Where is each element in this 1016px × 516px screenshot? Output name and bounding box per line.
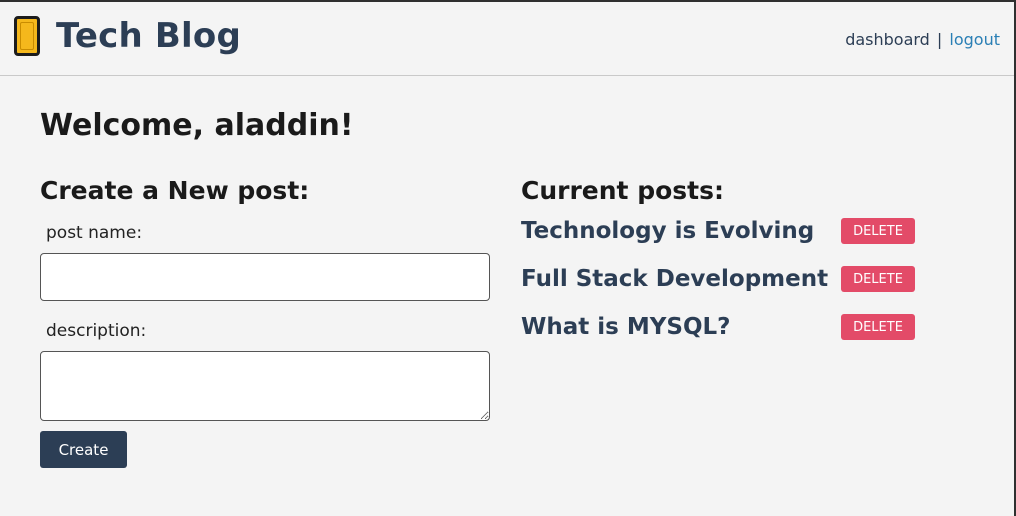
post-list: Technology is Evolving DELETE Full Stack… <box>521 215 941 359</box>
top-nav: dashboard | logout <box>845 30 1000 49</box>
post-item: What is MYSQL? DELETE <box>521 311 941 359</box>
post-title-link[interactable]: Full Stack Development <box>521 263 828 295</box>
post-name-label: post name: <box>46 223 143 243</box>
current-posts: Current posts: Technology is Evolving DE… <box>521 176 941 359</box>
create-button[interactable]: Create <box>40 431 127 468</box>
post-item: Full Stack Development DELETE <box>521 263 941 311</box>
dashboard-link[interactable]: dashboard <box>845 30 930 49</box>
welcome-heading: Welcome, aladdin! <box>40 108 354 143</box>
delete-button[interactable]: DELETE <box>841 314 915 340</box>
notebook-icon <box>14 16 40 56</box>
nav-separator: | <box>936 30 943 49</box>
site-header: Tech Blog dashboard | logout <box>0 2 1014 76</box>
description-textarea[interactable] <box>40 351 490 421</box>
post-title-link[interactable]: Technology is Evolving <box>521 215 814 247</box>
brand[interactable]: Tech Blog <box>14 16 241 56</box>
delete-button[interactable]: DELETE <box>841 266 915 292</box>
create-post-heading: Create a New post: <box>40 176 310 205</box>
create-post-form: Create a New post: post name: descriptio… <box>40 176 492 468</box>
site-title[interactable]: Tech Blog <box>56 16 241 56</box>
description-label: description: <box>46 321 147 341</box>
delete-button[interactable]: DELETE <box>841 218 915 244</box>
logout-link[interactable]: logout <box>949 30 1000 49</box>
post-item: Technology is Evolving DELETE <box>521 215 941 263</box>
post-title-link[interactable]: What is MYSQL? <box>521 311 731 343</box>
current-posts-heading: Current posts: <box>521 176 724 205</box>
post-name-input[interactable] <box>40 253 490 301</box>
